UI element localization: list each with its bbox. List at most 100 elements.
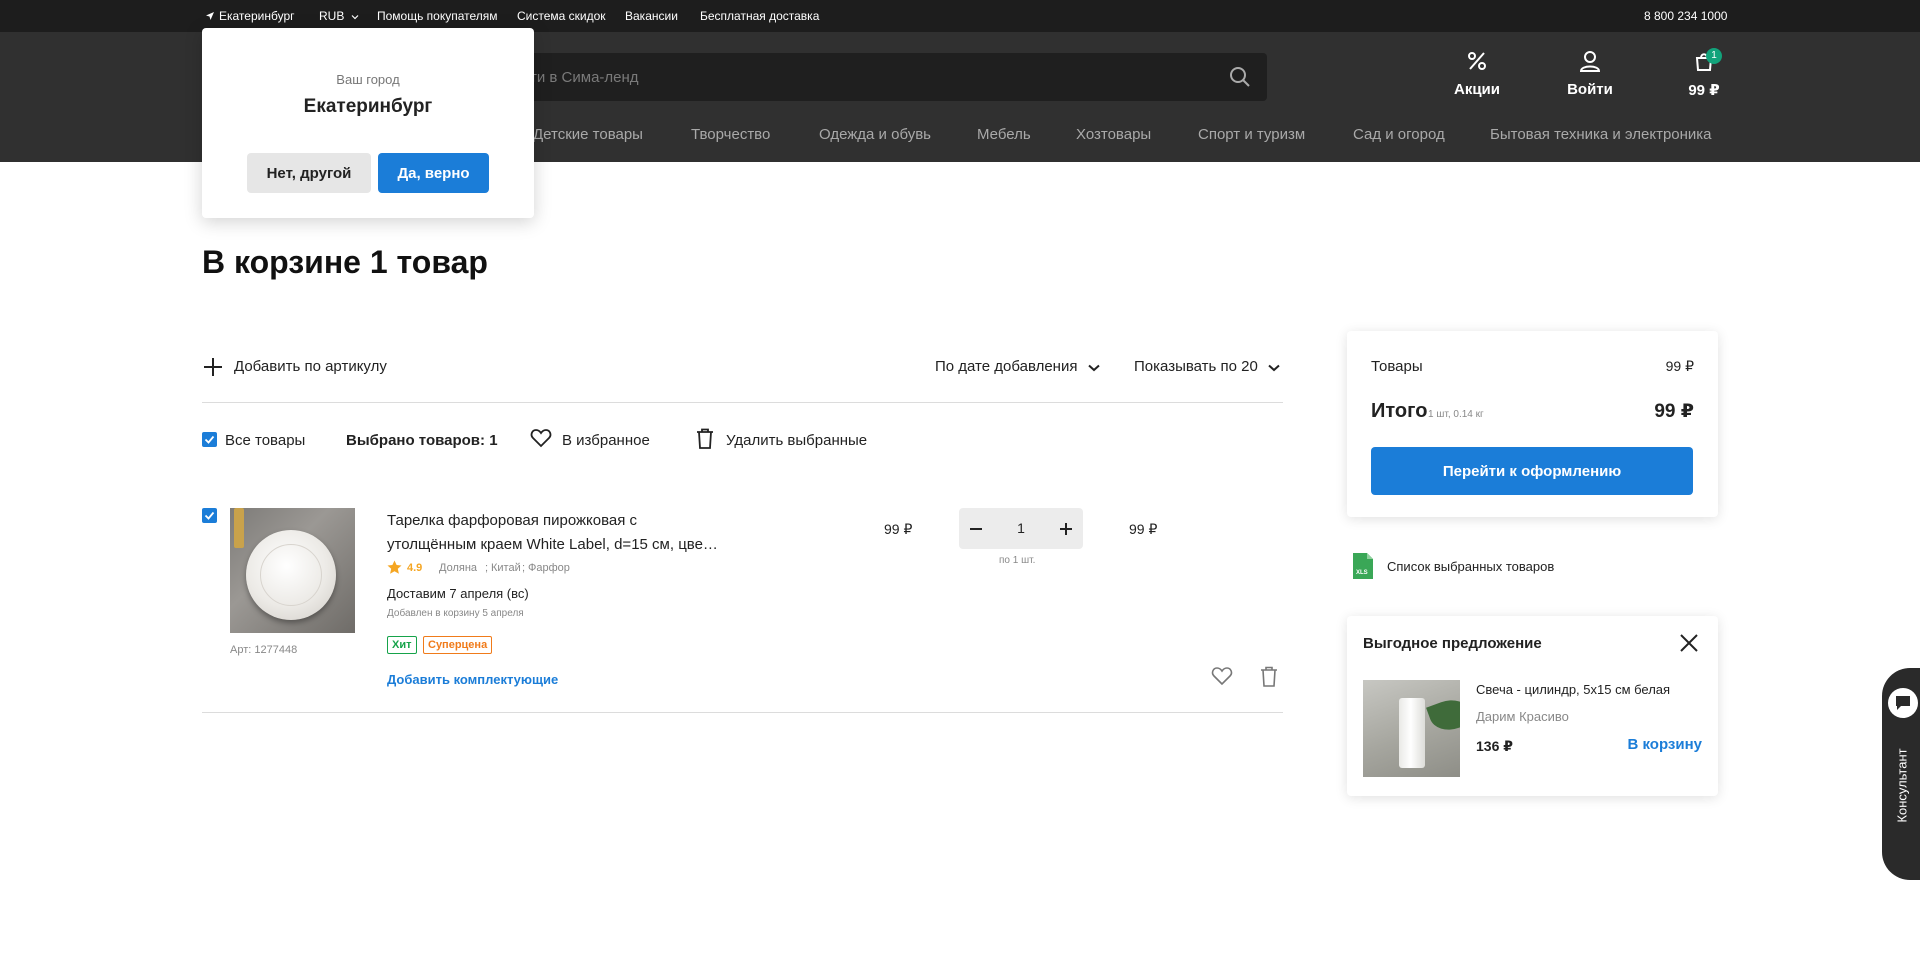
star-icon — [387, 560, 402, 574]
nav-clothes[interactable]: Одежда и обувь — [819, 126, 931, 143]
nav-kids[interactable]: Детские товары — [533, 126, 643, 143]
offer-product-name[interactable]: Свеча - цилиндр, 5х15 см белая — [1476, 682, 1670, 697]
search-input[interactable]: ти в Сима-ленд — [530, 69, 639, 86]
nav-sport[interactable]: Спорт и туризм — [1198, 126, 1305, 143]
added-date: Добавлен в корзину 5 апреля — [387, 608, 524, 619]
checkmark-icon — [204, 435, 215, 444]
city-popup-name: Екатеринбург — [303, 96, 433, 117]
item-checkbox[interactable] — [202, 508, 217, 523]
offer-price: 136 ₽ — [1476, 738, 1513, 754]
city-confirm-popup: Ваш город Екатеринбург Нет, другой Да, в… — [202, 28, 534, 218]
goods-label: Товары — [1371, 358, 1423, 375]
city-question: Ваш город — [336, 72, 400, 87]
export-list-label: Список выбранных товаров — [1387, 559, 1555, 574]
xls-file-icon: XLS — [1353, 553, 1373, 579]
select-all-label[interactable]: Все товары — [225, 432, 305, 449]
page-title: В корзине 1 товар — [202, 244, 488, 280]
per-page-label: Показывать по 20 — [1134, 358, 1258, 375]
hit-badge: Хит — [387, 636, 417, 654]
superprice-badge: Суперцена — [423, 636, 493, 654]
chat-icon-circle — [1888, 688, 1918, 718]
total-label: Итого — [1371, 400, 1428, 422]
product-material: Фарфор — [528, 562, 570, 574]
consultant-tab[interactable]: Консультант — [1882, 668, 1920, 880]
link-discounts[interactable]: Система скидок — [517, 9, 606, 23]
offer-product-image[interactable] — [1363, 680, 1460, 777]
delete-item-icon[interactable] — [1260, 666, 1278, 688]
unit-price: 99 ₽ — [884, 521, 913, 537]
favorite-heart-icon[interactable] — [1211, 666, 1233, 686]
nav-household[interactable]: Хозтовары — [1076, 126, 1151, 143]
cart-total-label: 99 ₽ — [1688, 82, 1720, 99]
offer-add-to-cart[interactable]: В корзину — [1627, 736, 1702, 753]
candle-shape — [1399, 698, 1425, 768]
offer-title: Выгодное предложение — [1363, 635, 1542, 652]
fork-shape — [234, 508, 244, 548]
promo-button[interactable]: Акции — [1437, 50, 1517, 98]
city-selector[interactable]: Екатеринбург — [205, 9, 295, 23]
plus-icon[interactable] — [1053, 516, 1079, 542]
user-icon — [1579, 51, 1601, 72]
sort-label: По дате добавления — [935, 358, 1078, 375]
trash-icon — [697, 428, 713, 449]
promo-label: Акции — [1453, 81, 1500, 98]
product-country: Китай — [491, 562, 521, 574]
city-no-button[interactable]: Нет, другой — [247, 153, 371, 193]
nav-furniture[interactable]: Мебель — [977, 126, 1031, 143]
item-divider — [202, 712, 1283, 713]
product-image[interactable] — [230, 508, 355, 633]
chevron-down-icon — [1268, 364, 1280, 372]
total-value: 99 ₽ — [1654, 401, 1694, 422]
toolbar-divider — [202, 402, 1283, 403]
per-unit-note: по 1 шт. — [999, 555, 1036, 566]
quantity-value[interactable]: 1 — [1009, 520, 1033, 536]
close-icon[interactable] — [1679, 633, 1699, 653]
login-label: Войти — [1567, 81, 1613, 98]
city-name: Екатеринбург — [219, 9, 295, 23]
cart-count-badge: 1 — [1706, 48, 1722, 64]
search-box[interactable]: ти в Сима-ленд — [500, 53, 1267, 101]
consultant-label: Консультант — [1894, 748, 1910, 823]
plate-shape — [246, 530, 336, 620]
login-button[interactable]: Войти — [1550, 50, 1630, 98]
chevron-down-icon — [351, 15, 359, 20]
chat-icon — [1896, 696, 1910, 710]
product-name-line2[interactable]: утолщённым краем White Label, d=15 см, ц… — [387, 536, 718, 553]
heart-icon — [530, 429, 552, 448]
xls-file-icon-text: XLS — [1356, 570, 1368, 576]
link-free-delivery[interactable]: Бесплатная доставка — [700, 9, 819, 23]
search-icon[interactable] — [1229, 66, 1251, 88]
percent-icon — [1468, 52, 1486, 70]
minus-icon[interactable] — [963, 516, 989, 542]
to-favorites-label: В избранное — [562, 432, 650, 449]
currency-label: RUB — [319, 9, 345, 23]
offer-panel: Выгодное предложение Свеча - цилиндр, 5х… — [1347, 616, 1718, 796]
plus-icon — [204, 358, 222, 376]
product-brand[interactable]: Доляна — [439, 562, 477, 574]
city-yes-button[interactable]: Да, верно — [378, 153, 489, 193]
plate-rim — [260, 544, 322, 606]
phone-number[interactable]: 8 800 234 1000 — [1644, 9, 1727, 23]
offer-seller[interactable]: Дарим Красиво — [1476, 709, 1569, 724]
goods-value: 99 ₽ — [1665, 358, 1694, 374]
nav-creativity[interactable]: Творчество — [691, 126, 770, 143]
currency-selector[interactable]: RUB — [319, 9, 359, 23]
order-summary-panel: Товары 99 ₽ Итого 1 шт, 0.14 кг 99 ₽ Пер… — [1347, 331, 1718, 517]
nav-electronics[interactable]: Бытовая техника и электроника — [1490, 126, 1712, 143]
product-name-line1[interactable]: Тарелка фарфоровая пирожковая с — [387, 512, 637, 529]
product-rating: 4.9 — [407, 562, 423, 574]
cart-button[interactable]: 99 ₽ — [1664, 50, 1744, 99]
select-all-checkbox[interactable] — [202, 432, 217, 447]
add-accessories-link[interactable]: Добавить комплектующие — [387, 672, 558, 687]
checkout-button[interactable]: Перейти к оформлению — [1371, 447, 1693, 495]
delivery-date: Доставим 7 апреля (вс) — [387, 586, 529, 601]
link-vacancies[interactable]: Вакансии — [625, 9, 678, 23]
delete-selected-label: Удалить выбранные — [726, 432, 868, 449]
product-sku: Арт: 1277448 — [230, 644, 298, 656]
meta-sep: ; — [485, 562, 489, 574]
quantity-stepper: 1 — [959, 508, 1083, 549]
location-arrow-icon — [206, 12, 214, 20]
nav-garden[interactable]: Сад и огород — [1353, 126, 1445, 143]
link-help[interactable]: Помощь покупателям — [377, 9, 498, 23]
line-total: 99 ₽ — [1129, 521, 1158, 537]
